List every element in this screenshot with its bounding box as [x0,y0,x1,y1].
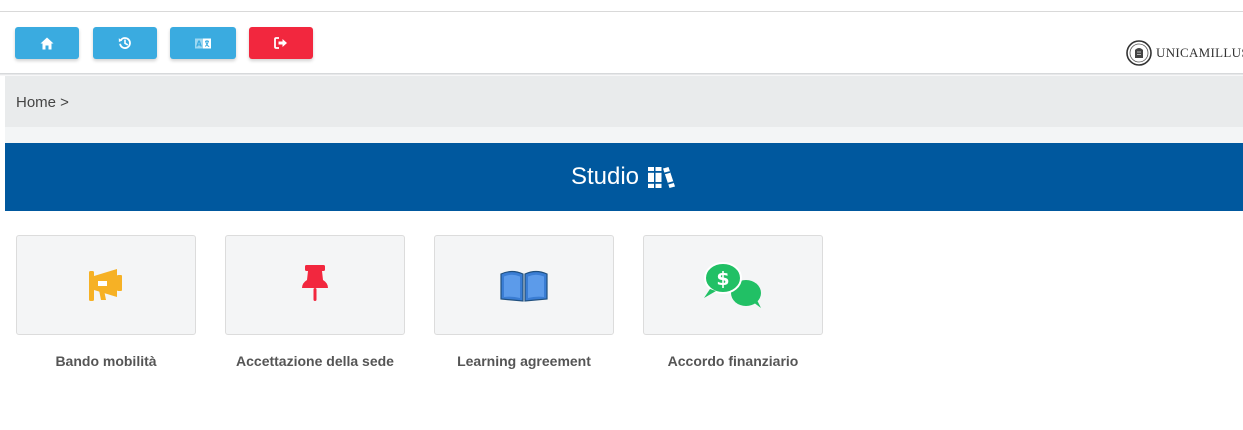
section-header: Studio [5,143,1243,211]
history-icon [118,37,131,49]
card-bando-mobilita: Bando mobilità [16,235,196,369]
card-label: Learning agreement [457,353,591,369]
breadcrumb[interactable]: Home > [16,94,69,111]
books-icon [648,167,676,188]
card-learning-agreement: Learning agreement [434,235,614,369]
bando-mobilita-card-button[interactable] [16,235,196,335]
breadcrumb-bar: Home > [5,76,1243,127]
thumbtack-icon [302,265,328,301]
card-accordo-finanziario: $ Accordo finanziario [643,235,823,369]
logout-icon [274,37,287,49]
card-label: Accettazione della sede [236,353,394,369]
logo-text: UNICAMILLUS [1156,45,1243,60]
accettazione-sede-card-button[interactable] [225,235,405,335]
university-seal-icon [1126,40,1152,66]
top-toolbar: A UNICAMILLUS [0,12,1243,74]
university-logo: UNICAMILLUS [1126,40,1243,66]
translate-button[interactable]: A [170,27,236,59]
card-label: Bando mobilità [55,353,157,369]
money-chat-icon: $ [704,262,761,308]
spacer-strip [5,127,1243,143]
open-book-icon [500,270,548,302]
card-label: Accordo finanziario [667,353,799,369]
history-button[interactable] [93,27,157,59]
home-button[interactable] [15,27,79,59]
svg-text:A: A [196,39,202,48]
card-accettazione-sede: Accettazione della sede [225,235,405,369]
svg-text:$: $ [716,268,729,290]
accordo-finanziario-card-button[interactable]: $ [643,235,823,335]
home-icon [40,37,54,49]
learning-agreement-card-button[interactable] [434,235,614,335]
megaphone-icon [89,269,122,301]
translate-icon: A [195,38,211,48]
section-title: Studio [570,163,640,190]
logout-button[interactable] [249,27,313,59]
